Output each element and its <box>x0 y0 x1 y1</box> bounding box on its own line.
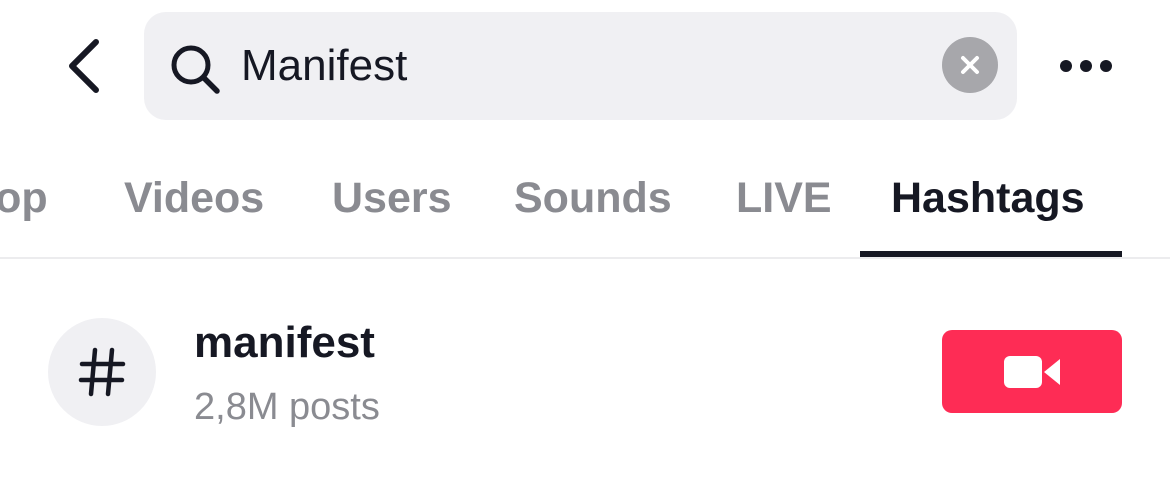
chevron-left-icon <box>69 39 99 93</box>
search-bar[interactable] <box>144 12 1017 120</box>
hashtag-icon <box>78 347 126 397</box>
video-camera-icon <box>1004 355 1060 388</box>
back-button[interactable] <box>52 28 116 104</box>
hashtag-post-count: 2,8M posts <box>194 386 380 428</box>
hashtag-title: manifest <box>194 318 375 367</box>
tab-hashtags[interactable]: Hashtags <box>891 172 1085 224</box>
tabs-divider <box>0 257 1170 259</box>
tab-top[interactable]: Top <box>0 172 48 224</box>
search-input[interactable] <box>241 36 921 96</box>
search-icon <box>171 45 220 94</box>
search-tabs: Top Videos Users Sounds LIVE Hashtags <box>0 150 1170 258</box>
clear-search-button[interactable] <box>942 37 998 93</box>
more-icon <box>1060 60 1112 72</box>
tab-users[interactable]: Users <box>332 172 452 224</box>
hashtag-result-row[interactable]: manifest 2,8M posts <box>0 300 1170 450</box>
clear-icon <box>961 56 979 74</box>
record-with-hashtag-button[interactable] <box>942 330 1122 413</box>
more-options-button[interactable] <box>1050 40 1122 92</box>
hashtag-avatar <box>48 318 156 426</box>
tab-live[interactable]: LIVE <box>736 172 832 224</box>
tab-sounds[interactable]: Sounds <box>514 172 672 224</box>
tab-videos[interactable]: Videos <box>124 172 264 224</box>
